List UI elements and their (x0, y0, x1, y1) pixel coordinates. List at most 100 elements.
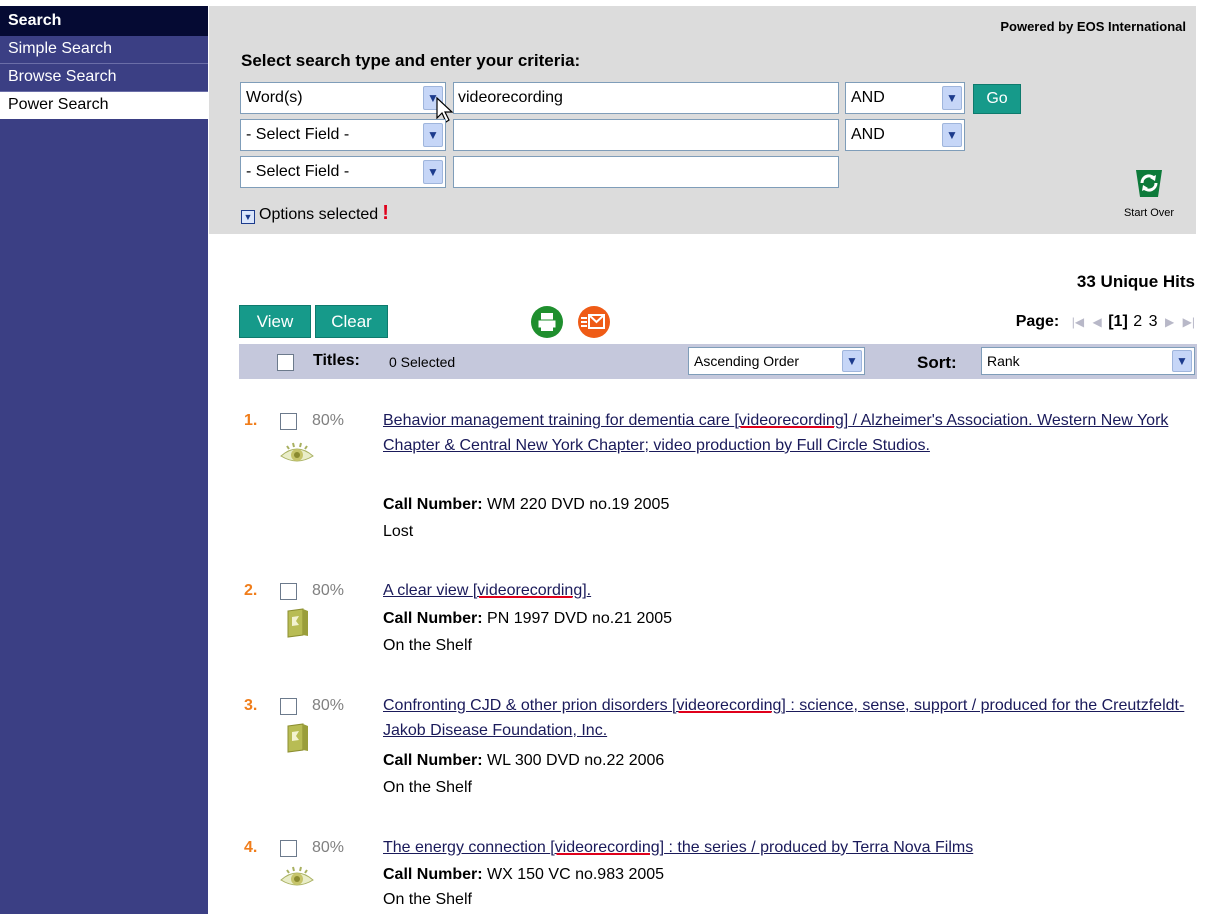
powered-by-text: Powered by EOS International (1000, 19, 1186, 34)
order-select[interactable]: Ascending Order ▼ (688, 347, 865, 375)
result-title-text: Behavior management training for dementi… (383, 412, 735, 429)
call-number-row: Call Number: PN 1997 DVD no.21 2005 (383, 610, 672, 628)
relevance-score: 80% (312, 412, 345, 429)
field-select-1[interactable]: Word(s) ▼ (240, 82, 446, 114)
field-select-3-value: - Select Field - (246, 163, 350, 180)
result-title-link[interactable]: A clear view [videorecording]. (383, 578, 1193, 603)
sort-label: Sort: (917, 353, 957, 372)
status-text: On the Shelf (383, 891, 472, 908)
chevron-down-icon[interactable]: ▼ (423, 123, 443, 147)
result-number: 2. (244, 582, 258, 599)
result-checkbox[interactable] (280, 698, 297, 715)
operator-select-2-value: AND (851, 126, 885, 143)
sort-select[interactable]: Rank ▼ (981, 347, 1195, 375)
sidebar-item-power-search[interactable]: Power Search (0, 92, 208, 120)
first-page-icon[interactable]: |◀ (1072, 315, 1084, 329)
titles-bar: Titles: 0 Selected Ascending Order ▼ Sor… (239, 344, 1197, 379)
field-select-2-value: - Select Field - (246, 126, 350, 143)
operator-select-1[interactable]: AND ▼ (845, 82, 965, 114)
search-criteria-heading: Select search type and enter your criter… (241, 51, 581, 70)
book-icon (287, 723, 308, 753)
search-term-input-2[interactable] (453, 119, 839, 151)
chevron-down-icon[interactable]: ▼ (842, 350, 862, 372)
result-title-link[interactable]: Confronting CJD & other prion disorders … (383, 693, 1193, 743)
sidebar-item-simple-search[interactable]: Simple Search (0, 36, 208, 64)
page-label: Page: (1015, 313, 1060, 330)
result-number: 3. (244, 697, 258, 714)
relevance-score: 80% (312, 839, 345, 856)
last-page-icon[interactable]: ▶| (1183, 315, 1195, 329)
eye-icon (280, 442, 314, 462)
page-link-2[interactable]: 2 (1133, 313, 1142, 330)
options-toggle[interactable]: ▼ Options selected! (241, 202, 389, 225)
operator-select-2[interactable]: AND ▼ (845, 119, 965, 151)
start-over-button[interactable]: Start Over (1109, 164, 1189, 219)
result-title-link[interactable]: The energy connection [videorecording] :… (383, 835, 1193, 860)
result-checkbox[interactable] (280, 840, 297, 857)
status-text: Lost (383, 523, 414, 540)
page-link-3[interactable]: 3 (1149, 313, 1158, 330)
result-title-highlight: [videorecording] (550, 839, 665, 856)
result-title-link[interactable]: Behavior management training for dementi… (383, 408, 1193, 458)
expand-icon: ▼ (241, 210, 255, 224)
chevron-down-icon[interactable]: ▼ (942, 123, 962, 147)
call-number-value: WX 150 VC no.983 2005 (487, 866, 665, 883)
unique-hits-count: 33 Unique Hits (1076, 272, 1195, 291)
result-title-text: . (586, 582, 592, 599)
titles-label: Titles: (313, 352, 360, 369)
field-select-2[interactable]: - Select Field - ▼ (240, 119, 446, 151)
refresh-icon (1136, 170, 1162, 197)
go-button[interactable]: Go (973, 84, 1021, 114)
chevron-down-icon[interactable]: ▼ (1172, 350, 1192, 372)
next-page-icon[interactable]: ▶ (1165, 315, 1174, 329)
result-title-text: A clear view (383, 582, 473, 599)
result-checkbox[interactable] (280, 583, 297, 600)
result-number: 4. (244, 839, 258, 856)
eye-icon (280, 866, 314, 886)
call-number-label: Call Number: (383, 866, 483, 883)
pagination: Page: |◀ ◀ [1] 2 3 ▶ ▶| (1016, 313, 1197, 331)
call-number-value: PN 1997 DVD no.21 2005 (487, 610, 673, 627)
result-title-highlight: [videorecording] (472, 582, 587, 599)
result-title-text: Confronting CJD & other prion disorders (383, 697, 673, 714)
search-panel: Powered by EOS International Select sear… (209, 6, 1196, 234)
order-select-value: Ascending Order (694, 353, 800, 369)
chevron-down-icon[interactable]: ▼ (942, 86, 962, 110)
chevron-down-icon[interactable]: ▼ (423, 160, 443, 184)
print-icon[interactable] (530, 305, 564, 339)
result-checkbox[interactable] (280, 413, 297, 430)
prev-page-icon[interactable]: ◀ (1093, 315, 1102, 329)
call-number-row: Call Number: WL 300 DVD no.22 2006 (383, 752, 664, 770)
sort-select-value: Rank (987, 353, 1020, 369)
call-number-value: WL 300 DVD no.22 2006 (487, 752, 665, 769)
sidebar: Search Simple Search Browse Search Power… (0, 0, 208, 914)
result-title-text: The energy connection (383, 839, 551, 856)
search-term-input-3[interactable] (453, 156, 839, 188)
result-title-highlight: [videorecording] (734, 412, 849, 429)
book-icon (287, 608, 308, 638)
search-term-input-1[interactable] (453, 82, 839, 114)
call-number-label: Call Number: (383, 752, 483, 769)
sidebar-item-browse-search[interactable]: Browse Search (0, 64, 208, 92)
call-number-row: Call Number: WM 220 DVD no.19 2005 (383, 496, 669, 514)
call-number-label: Call Number: (383, 496, 483, 513)
clear-button[interactable]: Clear (315, 305, 388, 338)
view-button[interactable]: View (239, 305, 311, 338)
email-icon[interactable] (577, 305, 611, 339)
result-number: 1. (244, 412, 258, 429)
status-text: On the Shelf (383, 779, 472, 796)
titles-selected-count: 0 Selected (389, 354, 456, 370)
field-select-1-value: Word(s) (246, 89, 303, 106)
select-all-checkbox[interactable] (277, 354, 294, 371)
relevance-score: 80% (312, 582, 345, 599)
field-select-3[interactable]: - Select Field - ▼ (240, 156, 446, 188)
result-title-text: : the series / produced by Terra Nova Fi… (664, 839, 974, 856)
call-number-value: WM 220 DVD no.19 2005 (487, 496, 670, 513)
operator-select-1-value: AND (851, 89, 885, 106)
options-alert-icon: ! (382, 202, 389, 224)
current-page: [1] (1108, 313, 1128, 330)
relevance-score: 80% (312, 697, 345, 714)
status-text: On the Shelf (383, 637, 472, 654)
start-over-label: Start Over (1123, 207, 1175, 219)
sidebar-title: Search (0, 6, 208, 36)
